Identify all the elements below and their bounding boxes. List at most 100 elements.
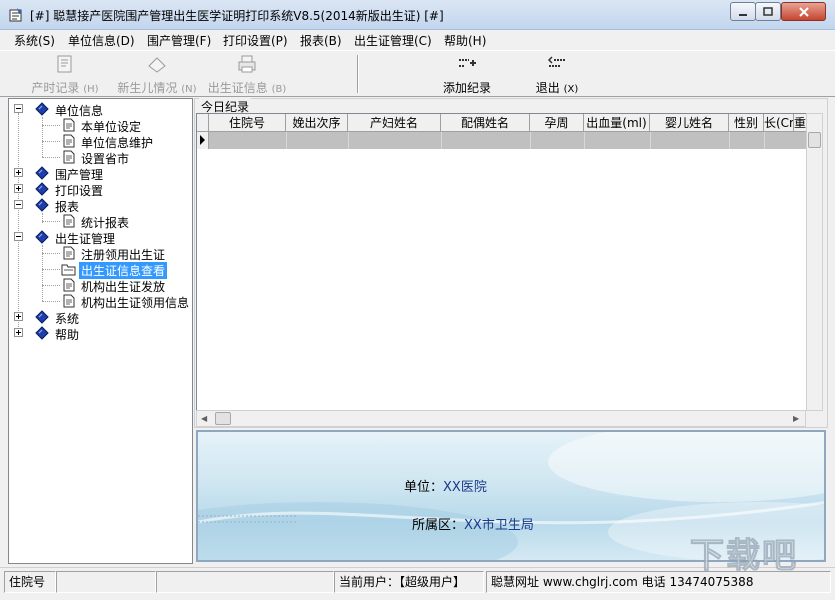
vertical-scrollbar[interactable] (806, 113, 823, 411)
document-icon (63, 118, 75, 132)
menu-bar: 系统(S) 单位信息(D) 围产管理(F) 打印设置(P) 报表(B) 出生证管… (0, 30, 835, 50)
table-row[interactable] (197, 132, 807, 149)
delivery-record-shortcut: (H) (83, 84, 99, 95)
expand-icon[interactable] (14, 328, 23, 337)
document-icon (63, 294, 75, 308)
tree-node-cert-mgmt[interactable]: 出生证管理 (9, 229, 189, 246)
collapse-icon[interactable] (14, 104, 23, 113)
row-pointer-icon (200, 135, 205, 145)
menu-reports[interactable]: 报表(B) (300, 32, 342, 49)
newborn-shortcut: (N) (181, 84, 197, 95)
column-header[interactable]: 长(Cm (764, 114, 794, 132)
grid-header: 住院号 娩出次序 产妇姓名 配偶姓名 孕周 出血量(ml) 婴儿姓名 性别 长(… (197, 114, 817, 132)
tree-node-org-cert-receive[interactable]: 机构出生证领用信息 (9, 293, 189, 310)
column-header[interactable]: 配偶姓名 (441, 114, 530, 132)
tree-node-province-city[interactable]: 设置省市 (9, 149, 189, 166)
current-row-indicator (197, 132, 209, 149)
expand-icon[interactable] (14, 184, 23, 193)
collapse-icon[interactable] (14, 232, 23, 241)
row-header-corner (197, 114, 209, 132)
row-cell-divider (584, 132, 585, 149)
diamond-folder-icon (35, 326, 49, 340)
scroll-thumb[interactable] (215, 412, 231, 425)
menu-perinatal[interactable]: 围产管理(F) (147, 32, 211, 49)
tree-node-unit-maintenance[interactable]: 单位信息维护 (9, 133, 189, 150)
status-field: 住院号 (4, 571, 56, 593)
column-header[interactable]: 孕周 (530, 114, 584, 132)
status-pane-empty (56, 571, 156, 593)
newborn-button[interactable]: 新生儿情况 (N) (117, 54, 197, 96)
document-icon (63, 134, 75, 148)
open-document-icon (61, 264, 76, 276)
row-cell-divider (530, 132, 531, 149)
row-cell-divider (729, 132, 730, 149)
diamond-folder-icon (35, 310, 49, 324)
printer-icon (238, 55, 256, 73)
tree-node-help[interactable]: 帮助 (9, 325, 189, 342)
birth-cert-info-button[interactable]: 出生证信息 (B) (207, 54, 287, 96)
menu-print-settings[interactable]: 打印设置(P) (223, 32, 288, 49)
tree-label: 帮助 (55, 328, 80, 342)
menu-system[interactable]: 系统(S) (14, 32, 55, 49)
unit-label: 单位： (404, 480, 444, 495)
window-title: [#] 聪慧接产医院围产管理出生医学证明打印系统V8.5(2014新版出生证) … (30, 9, 444, 23)
column-header[interactable]: 婴儿姓名 (650, 114, 729, 132)
district-name: 所属区：XX市卫生局 (412, 514, 534, 533)
exit-button[interactable]: 退出 (X) (532, 54, 582, 96)
title-bar[interactable]: [#] 聪慧接产医院围产管理出生医学证明打印系统V8.5(2014新版出生证) … (0, 0, 835, 30)
tree-node-stats-report[interactable]: 统计报表 (9, 213, 189, 230)
scroll-right-arrow-icon[interactable]: ▶ (793, 414, 799, 423)
delivery-record-button[interactable]: 产时记录 (H) (30, 54, 100, 96)
add-record-button[interactable]: 添加纪录 (440, 54, 494, 96)
newborn-label: 新生儿情况 (117, 81, 178, 95)
document-icon (63, 246, 75, 260)
menu-cert-mgmt[interactable]: 出生证管理(C) (354, 32, 432, 49)
document-icon (63, 150, 75, 164)
exit-shortcut: (X) (563, 84, 579, 95)
menu-help[interactable]: 帮助(H) (444, 32, 486, 49)
tree-node-unit-settings[interactable]: 本单位设定 (9, 117, 189, 134)
row-cell-divider (441, 132, 442, 149)
horizontal-scrollbar[interactable]: ◀ ▶ (196, 410, 806, 427)
tree-node-register-cert[interactable]: 注册领用出生证 (9, 245, 189, 262)
watermark: 下载吧 (690, 536, 798, 577)
toolbar: 产时记录 (H) 新生儿情况 (N) 出生证信息 (B) 添加纪录 退出 (X) (0, 50, 835, 97)
tree-node-org-cert-issue[interactable]: 机构出生证发放 (9, 277, 189, 294)
document-icon (63, 214, 75, 228)
birth-cert-info-label: 出生证信息 (207, 81, 268, 95)
row-cell-divider (286, 132, 287, 149)
maximize-button[interactable] (755, 2, 781, 21)
menu-unit-info[interactable]: 单位信息(D) (68, 32, 135, 49)
minimize-button[interactable] (730, 2, 756, 21)
app-icon (9, 8, 22, 22)
navigation-tree[interactable]: 单位信息 本单位设定 单位信息维护 设置省市 围产管理 打印设置 报表 统计报表… (8, 98, 193, 564)
document-icon (63, 278, 75, 292)
tree-node-print-settings[interactable]: 打印设置 (9, 181, 189, 198)
exit-icon (547, 56, 566, 67)
delivery-record-label: 产时记录 (31, 81, 80, 95)
records-grid[interactable]: 住院号 娩出次序 产妇姓名 配偶姓名 孕周 出血量(ml) 婴儿姓名 性别 长(… (196, 113, 818, 411)
toolbar-separator (357, 55, 359, 93)
expand-icon[interactable] (14, 312, 23, 321)
maximize-icon (763, 7, 773, 16)
close-button[interactable] (781, 2, 826, 21)
tree-node-system[interactable]: 系统 (9, 309, 189, 326)
column-header[interactable]: 出血量(ml) (584, 114, 650, 132)
tree-node-reports[interactable]: 报表 (9, 197, 189, 214)
diamond-folder-icon (35, 182, 49, 196)
newborn-icon (148, 57, 166, 73)
scroll-thumb[interactable] (808, 132, 821, 148)
collapse-icon[interactable] (14, 200, 23, 209)
column-header[interactable]: 住院号 (209, 114, 286, 132)
tree-node-cert-query[interactable]: 出生证信息查看 (9, 261, 189, 279)
column-header[interactable]: 性别 (729, 114, 764, 132)
column-header[interactable]: 娩出次序 (286, 114, 348, 132)
scroll-left-arrow-icon[interactable]: ◀ (201, 414, 207, 423)
expand-icon[interactable] (14, 168, 23, 177)
district-label: 所属区： (412, 518, 465, 533)
tree-node-unit-info[interactable]: 单位信息 (9, 101, 189, 118)
add-record-label: 添加纪录 (442, 81, 491, 95)
diamond-folder-icon (35, 166, 49, 180)
tree-node-perinatal[interactable]: 围产管理 (9, 165, 189, 182)
column-header[interactable]: 产妇姓名 (348, 114, 441, 132)
